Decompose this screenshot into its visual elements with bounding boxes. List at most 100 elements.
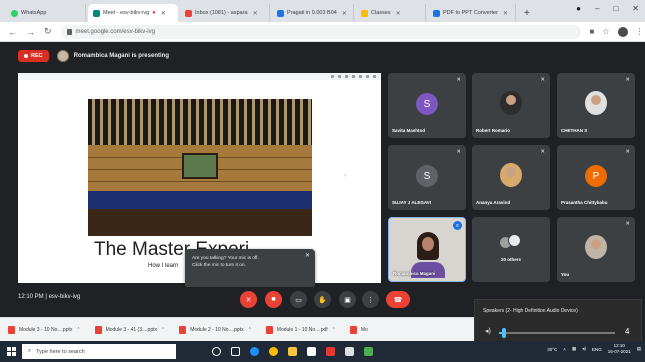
tab-pdf-converter[interactable]: PDF to PPT Converter ✕ [428, 4, 516, 22]
document-icon [433, 9, 440, 17]
chevron-down-icon[interactable]: ⌃ [76, 327, 80, 333]
pptx-file-icon [8, 325, 15, 334]
download-item[interactable]: Module 3 - 41 (3....pptx ⌃ [94, 325, 165, 334]
volume-thumb[interactable] [501, 328, 506, 338]
tab-gmail[interactable]: Inbox (1081) - aspara ✕ [180, 4, 270, 22]
search-icon: ⌕ [28, 348, 32, 354]
ceiling-slat [284, 99, 287, 145]
taskbar-search[interactable]: ⌕ Type here to search [22, 344, 176, 359]
mic-off-icon: ✕ [625, 149, 630, 155]
mic-off-icon: ✕ [540, 77, 545, 83]
browser-tab-bar: WhatsApp Meet - esv-bikv-ivg ● ✕ Inbox (… [0, 0, 645, 22]
reload-icon[interactable]: ↻ [44, 26, 52, 37]
url-text: meet.google.com/esv-bikv-ivg [75, 28, 155, 35]
close-icon[interactable]: ✕ [305, 253, 310, 260]
mail-icon[interactable] [307, 347, 316, 356]
new-tab-button[interactable]: + [518, 4, 536, 22]
pptx-file-icon [349, 325, 357, 334]
tab-whatsapp[interactable]: WhatsApp [6, 4, 86, 22]
close-tab-icon[interactable]: ✕ [503, 10, 508, 17]
maximize-icon[interactable]: □ [613, 4, 618, 13]
raise-hand-button[interactable]: ✋ [314, 291, 331, 308]
close-tab-icon[interactable]: ✕ [253, 10, 258, 17]
volume-slider[interactable] [499, 328, 615, 338]
weather-text[interactable]: 30°C [547, 347, 557, 352]
download-item[interactable]: Module 1 - 10 No....pdf ⌃ [265, 325, 336, 334]
close-tab-icon[interactable]: ✕ [396, 10, 401, 17]
phone-hangup-icon: ☎ [393, 296, 403, 304]
chrome-icon[interactable] [269, 347, 278, 356]
mic-off-icon: ✕ [245, 296, 252, 304]
photos-icon[interactable] [364, 347, 373, 356]
download-item[interactable]: Module 3 - 10 No....pptx ⌃ [8, 325, 81, 334]
download-item[interactable]: Module 2 - 10 No....pptx ⌃ [179, 325, 252, 334]
download-label: Mo [360, 326, 368, 333]
mic-off-icon: ✕ [625, 221, 630, 227]
speaker-icon[interactable]: ◂) [485, 327, 491, 335]
slide-subtitle: How I learn [148, 263, 179, 269]
more-options-button[interactable]: ⋮ [362, 291, 379, 308]
profile-dot-icon: ● [576, 4, 581, 13]
ceiling-slat [92, 99, 95, 145]
window-controls: ● – □ ✕ [576, 4, 639, 13]
screen: WhatsApp Meet - esv-bikv-ivg ● ✕ Inbox (… [0, 0, 645, 362]
chevron-down-icon[interactable]: ⌃ [161, 327, 165, 333]
file-explorer-icon[interactable] [288, 347, 297, 356]
search-placeholder: Type here to search [36, 348, 85, 355]
participant-tile[interactable]: ✕ S Savita Mashtod [388, 73, 466, 138]
cortana-icon[interactable] [212, 347, 221, 356]
minimize-icon[interactable]: – [595, 4, 599, 13]
download-item[interactable]: Mo [349, 325, 368, 334]
leave-call-button[interactable]: ☎ [386, 291, 410, 308]
tab-classes[interactable]: Classes ✕ [356, 4, 426, 22]
network-icon[interactable]: ▦ [572, 346, 576, 352]
volume-icon[interactable]: ◂) [582, 346, 586, 352]
participant-tile[interactable]: ✕ Ananya Aravind [472, 145, 550, 210]
notifications-icon[interactable]: ▤ [637, 346, 641, 352]
participant-tile[interactable]: ✕ P Prasantha Chittybabu [557, 145, 635, 210]
audio-device-name[interactable]: Speakers (2- High Definition Audio Devic… [483, 308, 578, 314]
meet-icon [93, 9, 100, 17]
edge-icon[interactable] [250, 347, 259, 356]
participant-name: Savita Mashtod [392, 128, 426, 133]
camera-off-icon: ■ [271, 296, 276, 303]
clock[interactable]: 12:10 16-07-2021 [608, 343, 631, 355]
address-bar[interactable]: meet.google.com/esv-bikv-ivg [60, 24, 581, 39]
present-button[interactable]: ▣ [339, 291, 356, 308]
chevron-down-icon[interactable]: ⌃ [248, 327, 252, 333]
tab-label: WhatsApp [21, 10, 47, 16]
close-window-icon[interactable]: ✕ [632, 4, 639, 13]
chevron-down-icon[interactable]: ⌃ [332, 327, 336, 333]
language-indicator[interactable]: ENG [592, 347, 602, 352]
participant-tile[interactable]: ✕ S SUJAY J ALEGAVI [388, 145, 466, 210]
mic-off-icon: ✕ [540, 149, 545, 155]
tab-pragati[interactable]: Pragati in 9.003 B04 ✕ [272, 4, 354, 22]
tab-meet[interactable]: Meet - esv-bikv-ivg ● ✕ [88, 4, 178, 22]
more-participants-tile[interactable]: 20 others [472, 217, 550, 282]
store-icon[interactable] [345, 347, 354, 356]
acrobat-icon[interactable] [326, 347, 335, 356]
start-button[interactable] [0, 341, 22, 362]
menu-icon[interactable]: ⋮ [636, 27, 644, 36]
ceiling-slat [308, 99, 311, 145]
avatar[interactable] [617, 26, 628, 37]
mic-toggle-button[interactable]: ✕ [240, 291, 257, 308]
camera-permission-icon[interactable]: ■ [590, 27, 595, 36]
self-tile[interactable]: ✕ You [557, 217, 635, 282]
participant-tile[interactable]: ✕ CHETHAN S [557, 73, 635, 138]
close-tab-icon[interactable]: ✕ [161, 10, 166, 17]
participant-name: Prasantha Chittybabu [561, 200, 608, 205]
captions-button[interactable]: ▭ [290, 291, 307, 308]
participant-name: Ananya Aravind [476, 200, 511, 205]
task-view-icon[interactable] [231, 347, 240, 356]
close-tab-icon[interactable]: ✕ [342, 10, 347, 17]
chevron-up-icon[interactable]: ˄ [563, 347, 566, 352]
rec-label: REC [31, 53, 43, 59]
forward-icon[interactable]: → [26, 27, 35, 37]
back-icon[interactable]: ← [8, 27, 17, 37]
star-icon[interactable]: ☆ [602, 27, 609, 36]
participant-video-tile[interactable]: ≡ Romambica Magani [388, 217, 466, 282]
participant-tile[interactable]: ✕ Robert Romario [472, 73, 550, 138]
ceiling-slat [164, 99, 167, 145]
camera-toggle-button[interactable]: ■ [265, 291, 282, 308]
